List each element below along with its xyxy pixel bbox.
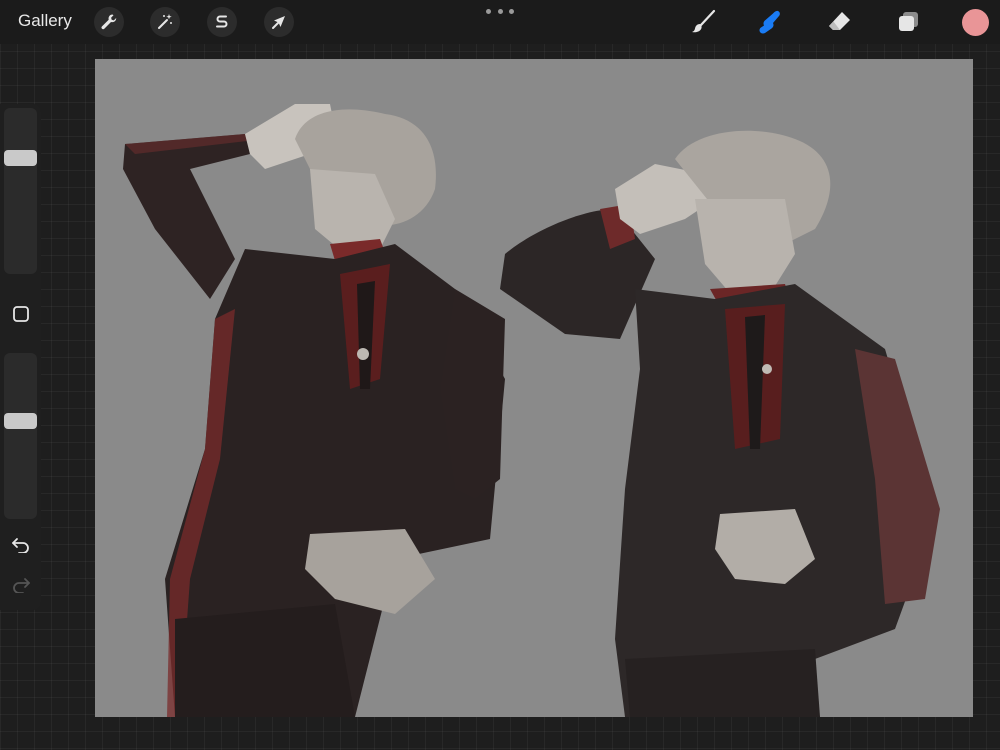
dot	[497, 8, 503, 14]
undo-icon	[11, 538, 29, 553]
magic-wand-icon	[158, 14, 172, 29]
transform-button[interactable]	[264, 7, 294, 37]
eraser-icon	[829, 12, 850, 30]
actions-button[interactable]	[94, 7, 124, 37]
brush-tool-button[interactable]	[688, 6, 720, 38]
eraser-tool-button[interactable]	[823, 6, 855, 38]
arrow-cursor-icon	[272, 16, 285, 29]
color-picker-swatch[interactable]	[962, 9, 989, 36]
opacity-knob[interactable]	[4, 413, 37, 429]
redo-button[interactable]	[6, 572, 35, 596]
right-figure	[500, 130, 940, 717]
brush-size-slider[interactable]	[4, 108, 37, 274]
brush-icon	[692, 9, 716, 33]
undo-button[interactable]	[6, 532, 35, 556]
selection-button[interactable]	[207, 7, 237, 37]
drawing-canvas[interactable]	[95, 59, 973, 717]
more-options-dots[interactable]	[486, 4, 514, 18]
modify-button[interactable]	[6, 302, 35, 326]
smudge-finger-icon	[759, 10, 780, 34]
artwork-illustration	[123, 104, 940, 717]
smudge-tool-button[interactable]	[754, 6, 786, 38]
opacity-slider[interactable]	[4, 353, 37, 519]
dot	[509, 8, 514, 14]
wrench-icon	[101, 14, 117, 30]
redo-icon	[12, 578, 30, 593]
dot	[486, 8, 491, 14]
layers-icon	[899, 12, 918, 31]
adjustments-button[interactable]	[150, 7, 180, 37]
square-icon	[12, 306, 29, 322]
layers-button[interactable]	[892, 6, 924, 38]
selection-s-icon	[216, 15, 228, 28]
gallery-button[interactable]: Gallery	[18, 11, 72, 31]
left-sidebar	[0, 104, 41, 610]
left-figure	[123, 104, 505, 717]
top-toolbar: Gallery	[0, 0, 1000, 44]
brush-size-knob[interactable]	[4, 150, 37, 166]
